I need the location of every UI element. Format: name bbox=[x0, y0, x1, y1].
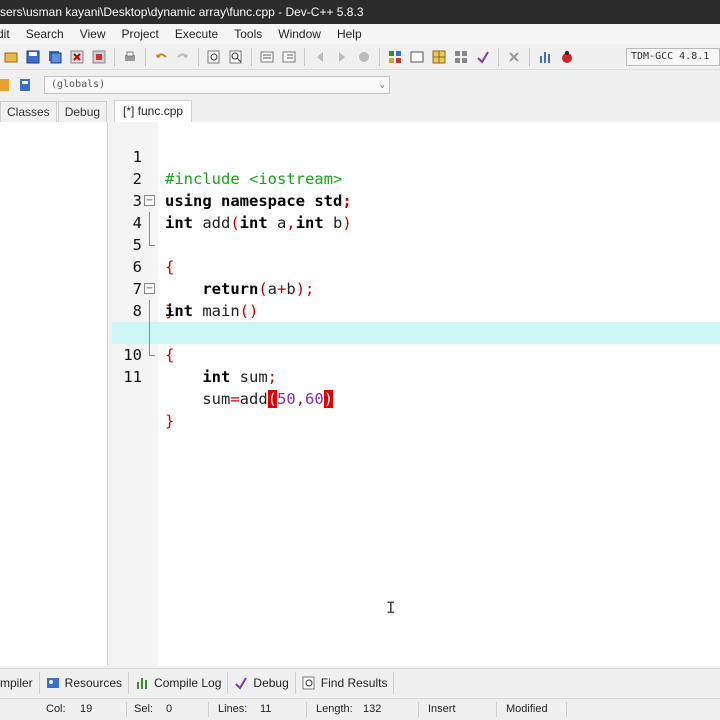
compile-run-icon[interactable] bbox=[430, 48, 448, 66]
print-icon[interactable] bbox=[121, 48, 139, 66]
menu-search[interactable]: Search bbox=[18, 27, 72, 41]
tab-resources[interactable]: Resources bbox=[40, 671, 130, 694]
bookmark-icon[interactable] bbox=[355, 48, 373, 66]
main-toolbar bbox=[0, 44, 720, 70]
tab-classes[interactable]: Classes bbox=[0, 101, 57, 122]
debug-icon[interactable] bbox=[558, 48, 576, 66]
class-browser-icon[interactable] bbox=[0, 76, 12, 94]
rebuild-icon[interactable] bbox=[452, 48, 470, 66]
compiler-select[interactable]: TDM-GCC 4.8.1 bbox=[626, 48, 720, 66]
window-title: sers\usman kayani\Desktop\dynamic array\… bbox=[0, 5, 364, 19]
compile-icon[interactable] bbox=[386, 48, 404, 66]
profile-icon[interactable] bbox=[536, 48, 554, 66]
menu-help[interactable]: Help bbox=[329, 27, 370, 41]
menu-window[interactable]: Window bbox=[270, 27, 329, 41]
close-file-icon[interactable] bbox=[68, 48, 86, 66]
redo-icon[interactable] bbox=[174, 48, 192, 66]
tab-compiler[interactable]: mpiler bbox=[0, 671, 40, 694]
menu-execute[interactable]: Execute bbox=[167, 27, 226, 41]
code-text: int sum; bbox=[202, 368, 277, 386]
open-icon[interactable] bbox=[2, 48, 20, 66]
code-line[interactable]: 11 } bbox=[112, 344, 720, 430]
tab-func-cpp[interactable]: [*] func.cpp bbox=[114, 100, 193, 122]
status-bar: Col: 19 Sel: 0 Lines: 11 Length: 132 Ins… bbox=[0, 698, 720, 720]
compile-log-icon bbox=[135, 676, 149, 690]
status-col-label: Col: bbox=[46, 703, 66, 715]
status-lines: 11 bbox=[260, 703, 272, 715]
save-icon[interactable] bbox=[24, 48, 42, 66]
scope-dropdown[interactable]: (globals) ⌄ bbox=[44, 76, 390, 94]
menu-view[interactable]: View bbox=[72, 27, 114, 41]
menu-tools[interactable]: Tools bbox=[226, 27, 270, 41]
fold-toggle-icon[interactable]: − bbox=[144, 195, 155, 206]
code-text: sum=add(50,60) bbox=[165, 390, 334, 408]
code-line[interactable]: 2 using namespace std; bbox=[112, 146, 720, 210]
code-line-current[interactable]: 10 sum=add(50,60) bbox=[112, 322, 720, 408]
indent-icon[interactable] bbox=[258, 48, 276, 66]
bottom-tabs: mpiler Resources Compile Log Debug Find … bbox=[0, 668, 720, 696]
project-panel bbox=[0, 100, 108, 666]
syntax-check-icon[interactable] bbox=[474, 48, 492, 66]
code-line[interactable]: 6 } bbox=[112, 234, 720, 320]
insert-icon[interactable] bbox=[16, 76, 34, 94]
menu-bar: dit Search View Project Execute Tools Wi… bbox=[0, 24, 720, 44]
left-panel-tabs: Classes Debug bbox=[0, 100, 108, 122]
stop-execution-icon[interactable] bbox=[505, 48, 523, 66]
text-cursor-icon: I bbox=[386, 598, 396, 617]
status-sel: 0 bbox=[166, 703, 173, 715]
status-length: 132 bbox=[363, 703, 382, 715]
code-line[interactable]: 4 − { bbox=[112, 190, 720, 276]
chevron-down-icon: ⌄ bbox=[379, 80, 385, 90]
code-text: } bbox=[165, 412, 175, 430]
code-line[interactable]: 5 return(a+b); bbox=[112, 212, 720, 298]
resources-icon bbox=[46, 676, 60, 690]
code-line[interactable]: 8 − { bbox=[112, 278, 720, 364]
menu-project[interactable]: Project bbox=[114, 27, 167, 41]
status-sel-label: Sel: bbox=[134, 703, 153, 715]
status-col: 19 bbox=[80, 703, 93, 715]
code-line[interactable]: 9 int sum; bbox=[112, 300, 720, 386]
window-title-bar: sers\usman kayani\Desktop\dynamic array\… bbox=[0, 0, 720, 24]
status-insert-mode: Insert bbox=[428, 703, 456, 715]
tab-debug[interactable]: Debug bbox=[57, 101, 108, 122]
fold-toggle-icon[interactable]: − bbox=[144, 283, 155, 294]
undo-icon[interactable] bbox=[152, 48, 170, 66]
code-line[interactable]: 1 #include <iostream> bbox=[112, 124, 720, 188]
back-icon[interactable] bbox=[311, 48, 329, 66]
status-length-label: Length: bbox=[316, 703, 353, 715]
run-icon[interactable] bbox=[408, 48, 426, 66]
save-all-icon[interactable] bbox=[46, 48, 64, 66]
menu-edit[interactable]: dit bbox=[0, 27, 18, 41]
code-line[interactable]: 7 int main() bbox=[112, 256, 720, 320]
code-line[interactable]: 3 int add(int a,int b) bbox=[112, 168, 720, 232]
replace-icon[interactable] bbox=[227, 48, 245, 66]
find-results-icon bbox=[302, 676, 316, 690]
status-modified: Modified bbox=[506, 703, 548, 715]
find-icon[interactable] bbox=[205, 48, 223, 66]
unindent-icon[interactable] bbox=[280, 48, 298, 66]
editor-tabs: [*] func.cpp bbox=[112, 100, 720, 122]
tab-compile-log[interactable]: Compile Log bbox=[129, 671, 229, 694]
tab-find-results[interactable]: Find Results bbox=[296, 671, 395, 694]
check-icon bbox=[234, 676, 248, 690]
tab-debug-output[interactable]: Debug bbox=[228, 671, 296, 694]
close-all-icon[interactable] bbox=[90, 48, 108, 66]
status-lines-label: Lines: bbox=[218, 703, 248, 715]
forward-icon[interactable] bbox=[333, 48, 351, 66]
scope-value: (globals) bbox=[51, 79, 106, 90]
